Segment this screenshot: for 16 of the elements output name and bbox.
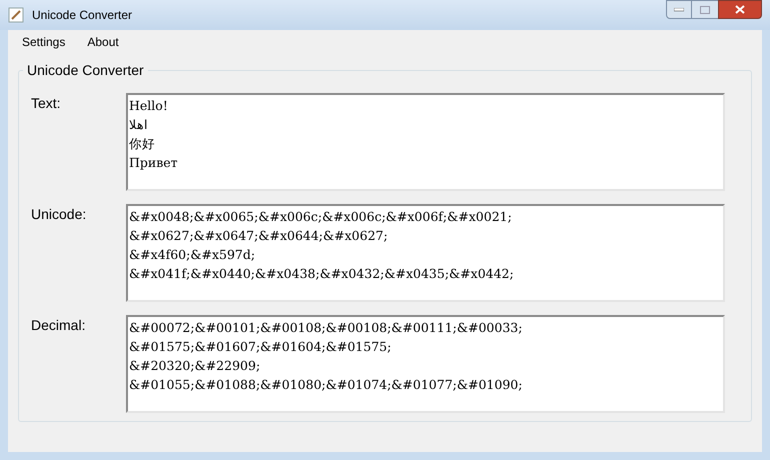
- text-area[interactable]: &#00072;&#00101;&#00108;&#00108;&#00111;&#00033; &#01575;&#01607;&#01604;&#01575; &#20320;&#22909; &#01055;&#01088;&#01080;&#01074;&#01077;&#01090;: [126, 315, 725, 413]
- minimize-icon: [674, 8, 684, 12]
- maximize-icon: [700, 6, 710, 14]
- menu-item[interactable]: About: [79, 33, 127, 51]
- app-icon: [8, 7, 24, 23]
- close-button[interactable]: [718, 0, 762, 19]
- field-label: Decimal:: [30, 316, 86, 335]
- menu-item[interactable]: Settings: [14, 33, 74, 51]
- text-area[interactable]: &#x0048;&#x0065;&#x006c;&#x006c;&#x006f;&#x0021; &#x0627;&#x0647;&#x0644;&#x0627; &#x4f60;&#x597d; &#x041f;&#x0440;&#x0438;&#x0432;&#x0435;&#x0442;: [126, 204, 725, 302]
- maximize-button[interactable]: [692, 0, 718, 19]
- field-label: Unicode:: [30, 205, 88, 224]
- close-icon: [735, 5, 745, 14]
- minimize-button[interactable]: [666, 0, 692, 19]
- group-title: Unicode Converter: [23, 62, 148, 78]
- window-title: Unicode Converter: [32, 7, 132, 24]
- field-label: Text:: [30, 94, 62, 113]
